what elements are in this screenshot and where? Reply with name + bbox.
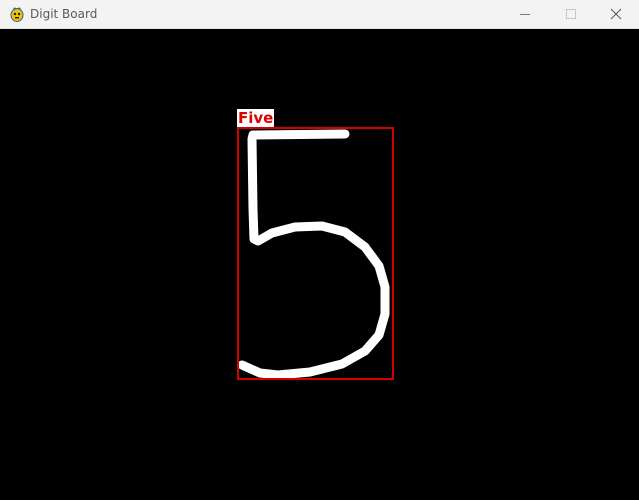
title-bar[interactable]: Digit Board	[0, 0, 639, 29]
maximize-button[interactable]	[548, 0, 594, 28]
minimize-button[interactable]	[502, 0, 548, 28]
close-button[interactable]	[593, 0, 639, 28]
detection-label: Five	[237, 109, 275, 127]
window-title: Digit Board	[30, 7, 98, 21]
detection-box	[237, 127, 394, 380]
drawing-canvas[interactable]: Five	[0, 29, 639, 500]
maximize-icon	[565, 8, 577, 20]
minimize-icon	[519, 8, 531, 20]
pygame-icon	[9, 6, 25, 22]
close-icon	[610, 8, 622, 20]
